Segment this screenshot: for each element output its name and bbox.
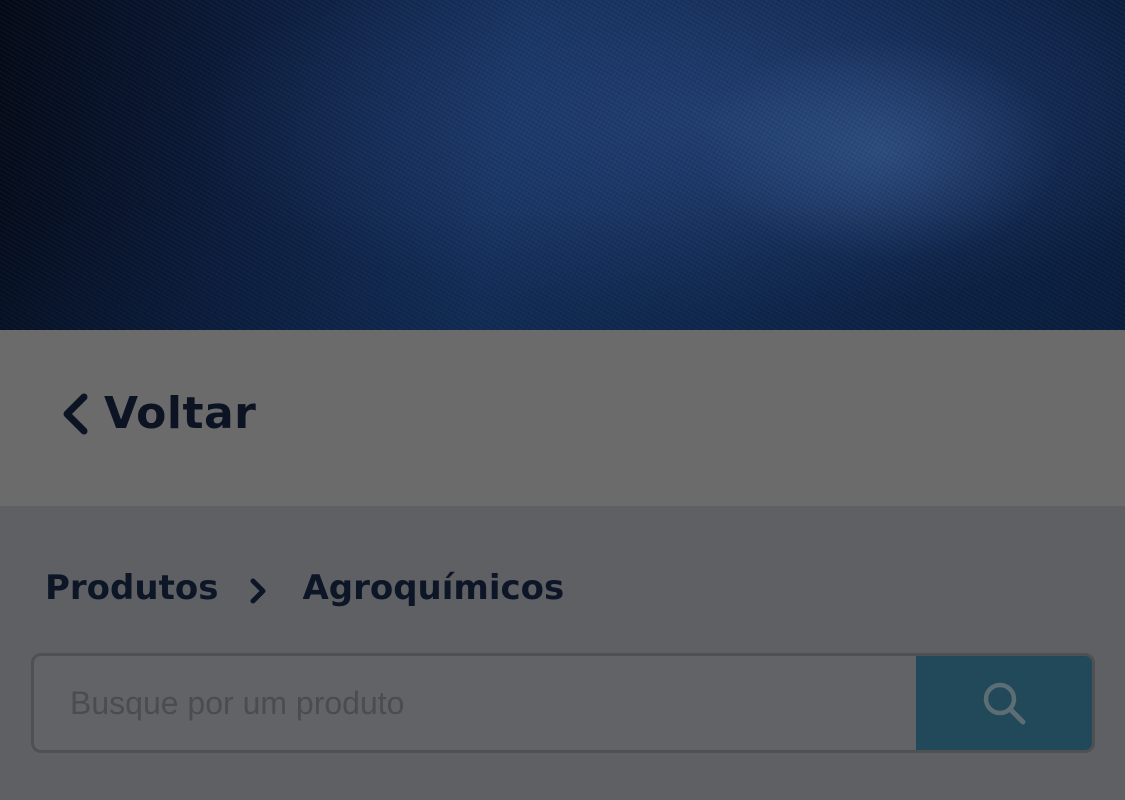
hero-banner-image (0, 0, 1125, 330)
search-button[interactable] (916, 656, 1092, 750)
back-navigation-bar: Voltar (0, 330, 1125, 506)
back-button[interactable]: Voltar (58, 388, 256, 439)
breadcrumb-item-agroquimicos: Agroquímicos (302, 568, 565, 608)
breadcrumb-item-produtos[interactable]: Produtos (45, 568, 218, 608)
search-box (31, 653, 1095, 753)
main-content: Produtos Agroquímicos (0, 506, 1125, 800)
breadcrumb: Produtos Agroquímicos (45, 568, 564, 608)
search-input[interactable] (34, 656, 916, 750)
back-label: Voltar (104, 388, 257, 439)
chevron-left-icon (63, 393, 88, 434)
chevron-right-icon (250, 578, 266, 604)
search-icon (983, 682, 1026, 725)
